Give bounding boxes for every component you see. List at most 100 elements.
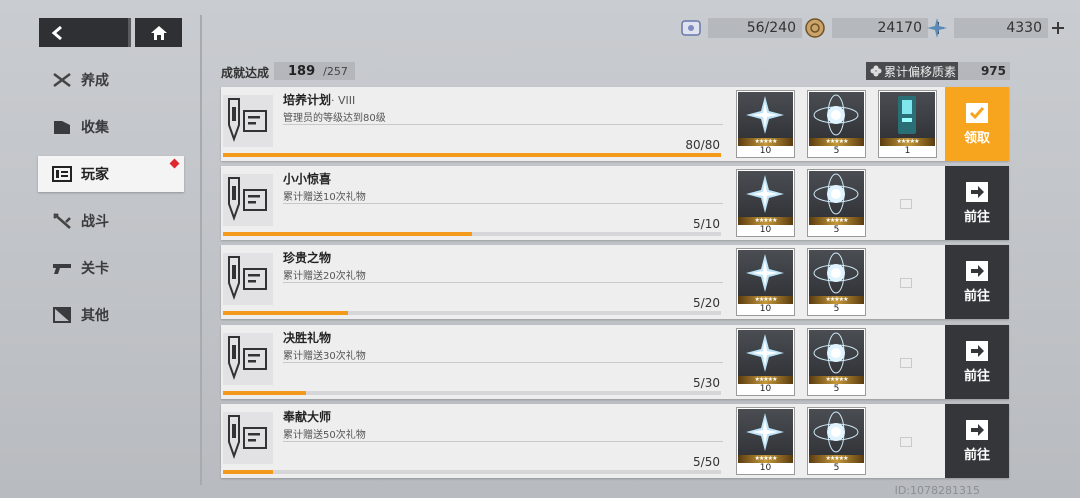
achievement-row: 培养计划· VIII 管理员的等级达到80级 80/80 ★★★★★ 10 ★★★★★ 5 ★… bbox=[221, 87, 1009, 161]
sidebar-item-label: 养成 bbox=[81, 73, 109, 89]
rarity-stars: ★★★★★ bbox=[738, 376, 793, 384]
divider bbox=[200, 15, 202, 485]
reward-item[interactable]: ★★★★★ 5 bbox=[807, 169, 866, 237]
achievement-row: 珍贵之物 累计赠送20次礼物 5/20 ★★★★★ 10 ★★★★★ 5 前往 bbox=[221, 245, 1009, 319]
achievement-emblem-icon bbox=[223, 174, 273, 226]
achievement-title: 培养计划· VIII bbox=[283, 93, 356, 107]
sidebar-item-label: 玩家 bbox=[81, 167, 109, 183]
checkmark-icon bbox=[966, 102, 988, 123]
reward-count: 1 bbox=[904, 146, 911, 156]
rarity-stars: ★★★★★ bbox=[809, 296, 864, 304]
arrow-right-icon bbox=[966, 181, 988, 202]
action-label: 前往 bbox=[963, 447, 990, 463]
reward-count: 5 bbox=[833, 146, 840, 156]
rarity-stars: ★★★★★ bbox=[738, 138, 793, 146]
achievement-title: 珍贵之物 bbox=[283, 251, 332, 265]
achieved-value: 189 bbox=[288, 63, 316, 79]
progress-bar bbox=[223, 470, 721, 474]
user-id: ID:1078281315 bbox=[894, 484, 980, 497]
folder-icon bbox=[52, 118, 72, 136]
reward-slot-empty bbox=[878, 328, 937, 396]
achieved-total: /257 bbox=[323, 64, 348, 78]
sidebar-item-battle[interactable]: 战斗 bbox=[38, 203, 184, 239]
go-button[interactable]: 前往 bbox=[945, 166, 1009, 240]
reward-count: 10 bbox=[759, 384, 772, 394]
rarity-stars: ★★★★★ bbox=[880, 138, 935, 146]
reward-count: 5 bbox=[833, 463, 840, 473]
divider bbox=[283, 282, 723, 283]
achievement-row: 奉献大师 累计赠送50次礼物 5/50 ★★★★★ 10 ★★★★★ 5 前往 bbox=[221, 404, 1009, 478]
reward-count: 5 bbox=[833, 384, 840, 394]
achievement-title: 决胜礼物 bbox=[283, 331, 332, 345]
reward-item[interactable]: ★★★★★ 5 bbox=[807, 407, 866, 475]
action-label: 前往 bbox=[963, 368, 990, 384]
back-button[interactable] bbox=[39, 18, 131, 47]
progress-text: 5/20 bbox=[693, 296, 720, 310]
reward-item[interactable]: ★★★★★ 10 bbox=[736, 407, 795, 475]
sidebar-item-label: 战斗 bbox=[81, 214, 109, 230]
rarity-stars: ★★★★★ bbox=[809, 138, 864, 146]
go-button[interactable]: 前往 bbox=[945, 245, 1009, 319]
reward-count: 10 bbox=[759, 146, 772, 156]
resource-value: 56/240 bbox=[708, 18, 802, 38]
home-button[interactable] bbox=[135, 18, 182, 47]
sidebar-item-collect[interactable]: 收集 bbox=[38, 109, 184, 145]
resource-coin: 24170 bbox=[804, 18, 946, 38]
divider bbox=[283, 362, 723, 363]
reward-item[interactable]: ★★★★★ 10 bbox=[736, 169, 795, 237]
back-arrow-icon bbox=[51, 25, 62, 40]
reward-slot-empty bbox=[878, 407, 937, 475]
progress-bar bbox=[223, 391, 721, 395]
rarity-stars: ★★★★★ bbox=[738, 296, 793, 304]
sidebar-item-stage[interactable]: 关卡 bbox=[38, 250, 184, 286]
achievement-title: 小小惊喜 bbox=[283, 172, 332, 186]
id-card-icon bbox=[52, 165, 72, 183]
action-label: 前往 bbox=[963, 288, 990, 304]
go-button[interactable]: 前往 bbox=[945, 325, 1009, 399]
reward-item[interactable]: ★★★★★ 5 bbox=[807, 328, 866, 396]
home-icon bbox=[150, 25, 167, 40]
ticket-icon bbox=[680, 17, 702, 39]
arrow-right-icon bbox=[966, 260, 988, 281]
reward-item[interactable]: ★★★★★ 5 bbox=[807, 90, 866, 158]
reward-item[interactable]: ★★★★★ 10 bbox=[736, 328, 795, 396]
reward-count: 10 bbox=[759, 463, 772, 473]
coin-icon bbox=[804, 17, 826, 39]
reward-count: 10 bbox=[759, 304, 772, 314]
crystal-icon bbox=[926, 17, 948, 39]
reward-item[interactable]: ★★★★★ 10 bbox=[736, 90, 795, 158]
rarity-stars: ★★★★★ bbox=[809, 376, 864, 384]
go-button[interactable]: 前往 bbox=[945, 404, 1009, 478]
sidebar-item-develop[interactable]: 养成 bbox=[38, 62, 184, 98]
reward-count: 5 bbox=[833, 304, 840, 314]
add-crystal-button[interactable] bbox=[1050, 20, 1066, 36]
arrow-right-icon bbox=[966, 419, 988, 440]
sidebar-item-label: 其他 bbox=[81, 308, 109, 324]
action-label: 领取 bbox=[963, 130, 990, 146]
claim-button[interactable]: 领取 bbox=[945, 87, 1009, 161]
achievement-row: 决胜礼物 累计赠送30次礼物 5/30 ★★★★★ 10 ★★★★★ 5 前往 bbox=[221, 325, 1009, 399]
reward-item[interactable]: ★★★★★ 5 bbox=[807, 248, 866, 316]
reward-item[interactable]: ★★★★★ 1 bbox=[878, 90, 937, 158]
rarity-stars: ★★★★★ bbox=[738, 217, 793, 225]
achievement-desc: 管理员的等级达到80级 bbox=[283, 113, 386, 124]
offset-quality: 累计偏移质素 975 bbox=[866, 62, 1010, 80]
divider bbox=[283, 203, 723, 204]
achievement-emblem-icon bbox=[223, 412, 273, 464]
arrow-right-icon bbox=[966, 340, 988, 361]
achievement-desc: 累计赠送20次礼物 bbox=[283, 271, 366, 282]
divider bbox=[283, 124, 723, 125]
resource-value: 4330 bbox=[954, 18, 1048, 38]
achievement-title: 奉献大师 bbox=[283, 410, 332, 424]
notification-badge bbox=[169, 158, 180, 169]
sidebar-item-other[interactable]: 其他 bbox=[38, 297, 184, 333]
achievement-desc: 累计赠送50次礼物 bbox=[283, 430, 366, 441]
rarity-stars: ★★★★★ bbox=[809, 217, 864, 225]
achievement-desc: 累计赠送10次礼物 bbox=[283, 192, 366, 203]
sidebar-item-player[interactable]: 玩家 bbox=[38, 156, 184, 192]
sidebar-item-label: 关卡 bbox=[81, 261, 109, 277]
achievement-row: 小小惊喜 累计赠送10次礼物 5/10 ★★★★★ 10 ★★★★★ 5 前往 bbox=[221, 166, 1009, 240]
achieved-count: 189 /257 bbox=[274, 62, 355, 80]
achievement-emblem-icon bbox=[223, 253, 273, 305]
reward-item[interactable]: ★★★★★ 10 bbox=[736, 248, 795, 316]
